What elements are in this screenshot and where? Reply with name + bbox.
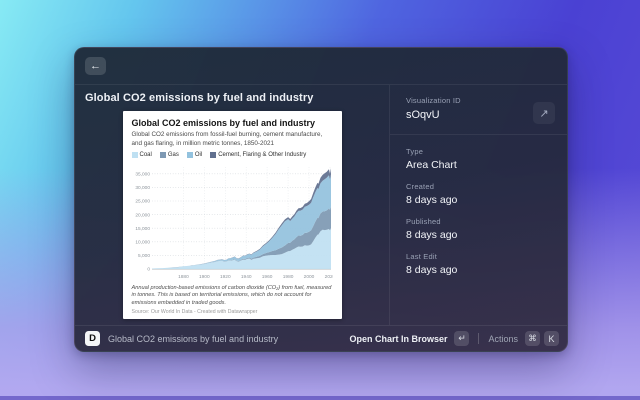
svg-text:0: 0 [147,266,150,272]
svg-text:35,000: 35,000 [135,171,150,177]
command-palette-window: ← Global CO2 emissions by fuel and indus… [74,47,568,352]
desktop-bottom-strip [0,396,640,400]
open-chart-in-browser-button[interactable]: Open Chart In Browser ↵ [349,331,469,346]
legend-item-coal: Coal [132,152,152,158]
legend-item-gas: Gas [160,152,179,158]
back-button[interactable]: ← [85,57,106,75]
svg-text:15,000: 15,000 [135,226,150,232]
field-created: Created 8 days ago [406,182,551,206]
svg-text:1900: 1900 [198,274,209,280]
visualization-id-section: Visualization ID sOqvU ↗ [390,85,567,135]
details-panel: Visualization ID sOqvU ↗ Type Area Chart… [389,85,567,325]
visualization-id-value: sOqvU [406,109,551,121]
svg-text:1960: 1960 [261,274,272,280]
window-footer: D Global CO2 emissions by fuel and indus… [75,325,567,351]
svg-text:20,000: 20,000 [135,212,150,218]
svg-text:30,000: 30,000 [135,185,150,191]
chart-footnote: Annual production-based emissions of car… [132,285,333,308]
external-link-icon: ↗ [539,107,548,120]
chart-card: Global CO2 emissions by fuel and industr… [123,111,342,319]
page-title: Global CO2 emissions by fuel and industr… [75,92,389,104]
k-key-icon: K [544,331,559,346]
cement-swatch-icon [210,152,216,158]
command-key-icon: ⌘ [525,331,540,346]
svg-text:5,000: 5,000 [137,253,149,259]
footer-divider [478,333,479,344]
chart-legend: Coal Gas Oil Cement, Flaring & Other Ind… [132,152,333,158]
datawrapper-logo-icon: D [85,331,100,346]
svg-text:1880: 1880 [178,274,189,280]
svg-text:1920: 1920 [219,274,230,280]
svg-text:1940: 1940 [240,274,251,280]
chart-title: Global CO2 emissions by fuel and industr… [132,118,333,128]
window-header: ← [75,48,567,85]
oil-swatch-icon [187,152,193,158]
legend-item-cement: Cement, Flaring & Other Industry [210,152,306,158]
detail-fields: Type Area Chart Created 8 days ago Publi… [390,135,567,299]
field-last-edit: Last Edit 8 days ago [406,252,551,276]
gas-swatch-icon [160,152,166,158]
back-arrow-icon: ← [90,60,101,72]
chart-subtitle: Global CO2 emissions from fossil-fuel bu… [132,131,333,147]
open-visualization-button[interactable]: ↗ [533,102,555,124]
actions-button[interactable]: Actions ⌘ K [488,331,559,346]
field-published: Published 8 days ago [406,217,551,241]
stacked-area-chart: 0 5,000 10,000 15,000 20,000 25,000 30,000 35,0… [132,161,333,283]
svg-text:2020: 2020 [324,274,332,280]
svg-text:1980: 1980 [282,274,293,280]
chart-source: Source: Our World In Data - Created with… [132,309,333,315]
enter-key-icon: ↵ [454,331,469,346]
legend-item-oil: Oil [187,152,202,158]
svg-text:25,000: 25,000 [135,198,150,204]
window-body: Global CO2 emissions by fuel and industr… [75,85,567,325]
coal-swatch-icon [132,152,138,158]
svg-text:2000: 2000 [303,274,314,280]
visualization-id-label: Visualization ID [406,96,551,105]
footer-chart-title: Global CO2 emissions by fuel and industr… [108,334,278,344]
field-type: Type Area Chart [406,147,551,171]
svg-text:10,000: 10,000 [135,239,150,245]
chart-preview-pane: Global CO2 emissions by fuel and industr… [75,85,389,325]
